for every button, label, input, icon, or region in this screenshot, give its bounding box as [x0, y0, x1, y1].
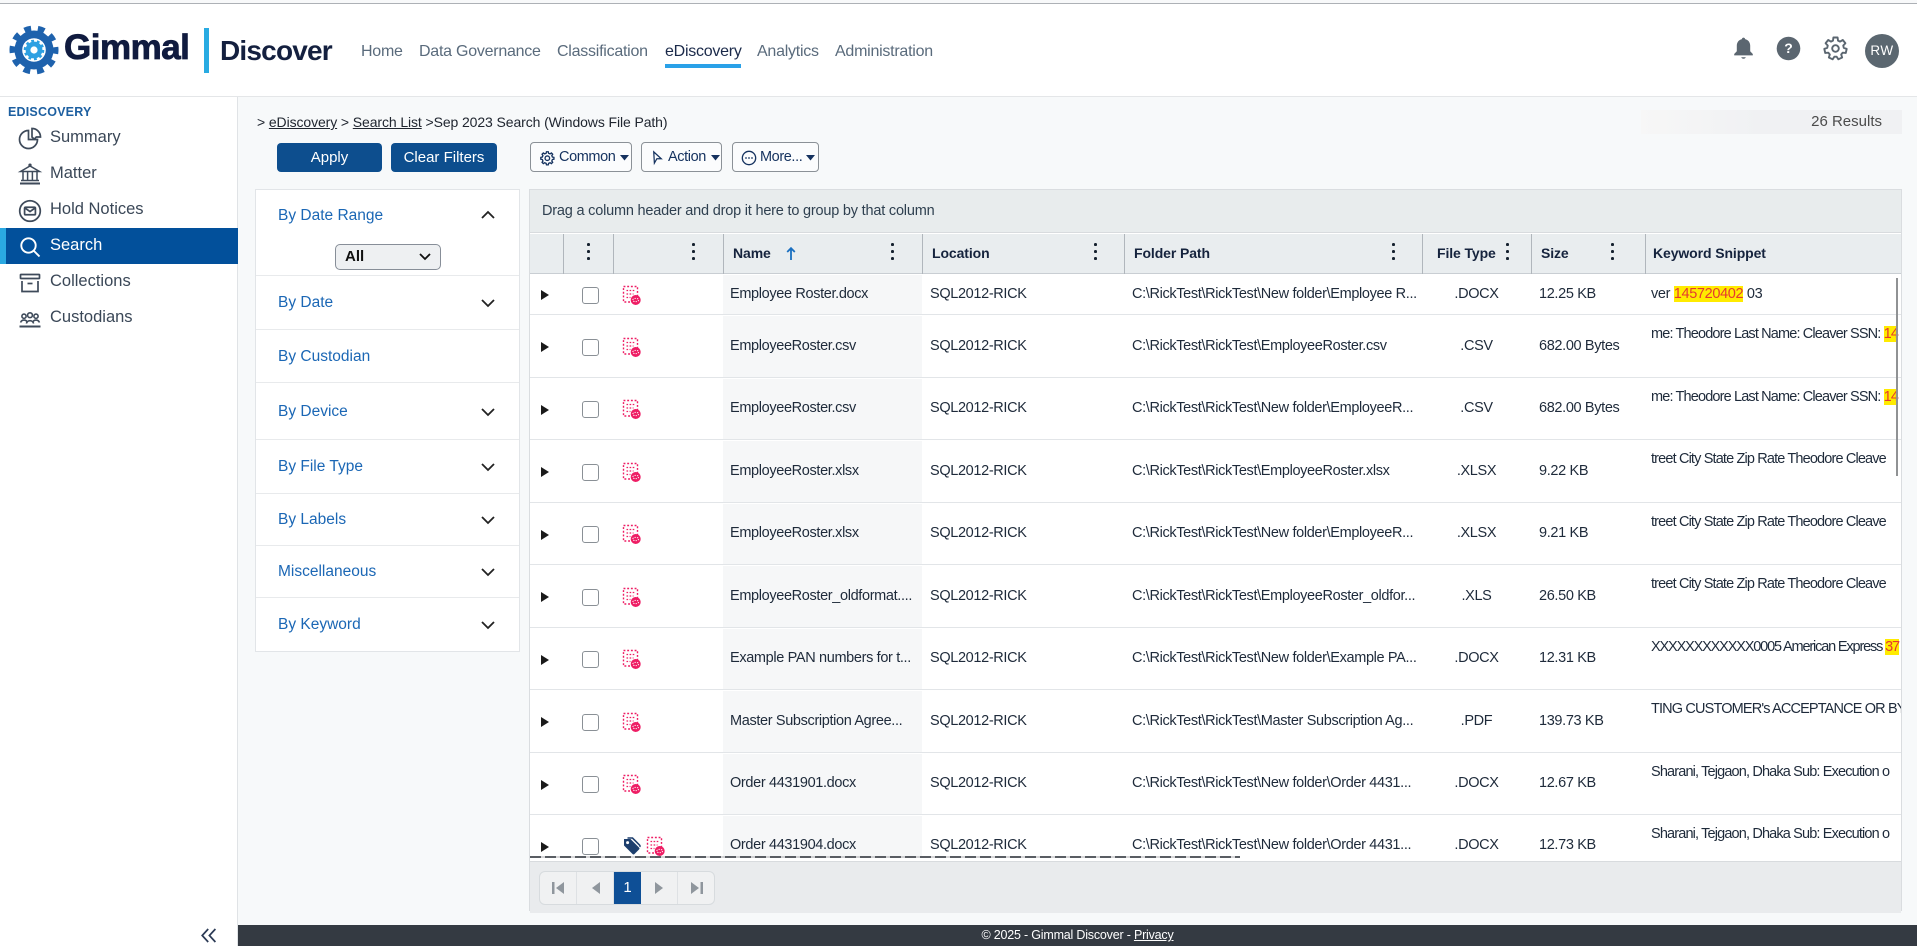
- svg-text:?: ?: [1784, 40, 1793, 56]
